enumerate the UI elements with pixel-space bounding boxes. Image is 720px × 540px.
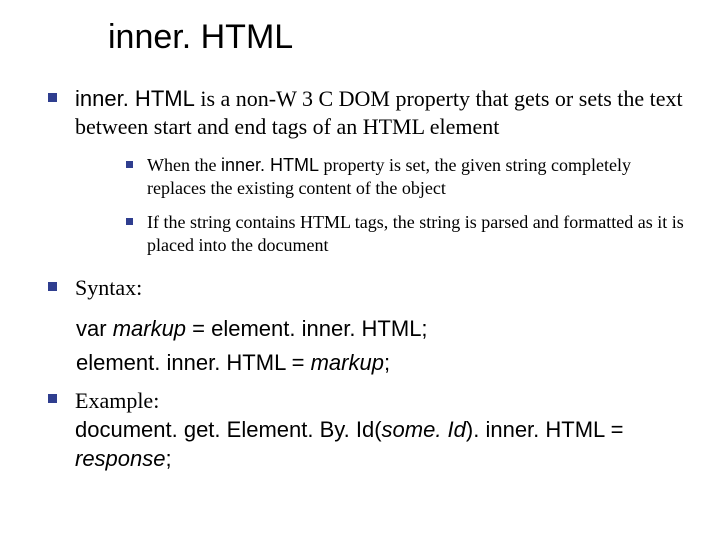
slide: inner. HTML inner. HTML is a non-W 3 C D… bbox=[0, 0, 720, 540]
var-span: markup bbox=[311, 350, 384, 375]
code-span: ). inner. HTML = bbox=[466, 417, 624, 442]
var-span: markup bbox=[113, 316, 186, 341]
bullet-icon bbox=[126, 218, 133, 225]
slide-title: inner. HTML bbox=[108, 18, 692, 57]
code-span: inner. HTML bbox=[221, 155, 319, 175]
code-span: = element. inner. HTML; bbox=[186, 316, 428, 341]
bullet-icon bbox=[48, 282, 57, 291]
nested-bullet-group: When the inner. HTML property is set, th… bbox=[28, 154, 692, 258]
bullet-icon bbox=[48, 93, 57, 102]
code-span: var bbox=[76, 316, 113, 341]
syntax-line: element. inner. HTML = markup; bbox=[76, 349, 692, 377]
text-span: When the bbox=[147, 155, 221, 175]
bullet-item: When the inner. HTML property is set, th… bbox=[28, 154, 692, 201]
bullet-icon bbox=[126, 161, 133, 168]
bullet-item: Example: document. get. Element. By. Id(… bbox=[28, 386, 692, 473]
bullet-item: inner. HTML is a non-W 3 C DOM property … bbox=[28, 85, 692, 140]
syntax-line: var markup = element. inner. HTML; bbox=[76, 315, 692, 343]
bullet-text: Syntax: bbox=[75, 274, 142, 302]
code-span: document. get. Element. By. Id( bbox=[75, 417, 382, 442]
code-span: ; bbox=[166, 446, 172, 471]
code-span: ; bbox=[384, 350, 390, 375]
bullet-text: When the inner. HTML property is set, th… bbox=[147, 154, 692, 201]
bullet-text: Example: document. get. Element. By. Id(… bbox=[75, 386, 692, 473]
code-span: element. inner. HTML = bbox=[76, 350, 311, 375]
bullet-text: If the string contains HTML tags, the st… bbox=[147, 211, 692, 258]
bullet-item: Syntax: bbox=[28, 274, 692, 302]
var-span: some. Id bbox=[382, 417, 466, 442]
code-span: inner. HTML bbox=[75, 86, 195, 111]
var-span: response bbox=[75, 446, 166, 471]
bullet-text: inner. HTML is a non-W 3 C DOM property … bbox=[75, 85, 692, 140]
bullet-item: If the string contains HTML tags, the st… bbox=[28, 211, 692, 258]
text-span: Example: bbox=[75, 388, 159, 413]
bullet-icon bbox=[48, 394, 57, 403]
